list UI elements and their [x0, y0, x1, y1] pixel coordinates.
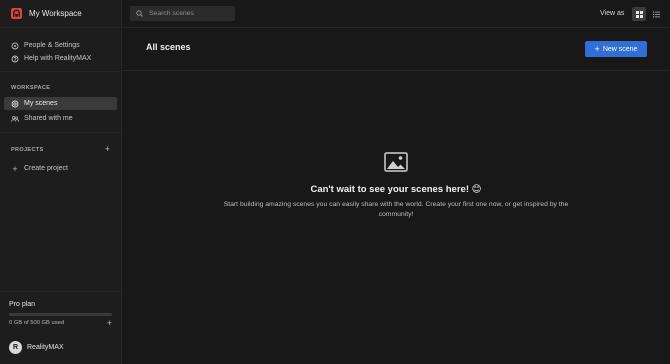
- empty-state: Can't wait to see your scenes here! 😊 St…: [122, 72, 670, 364]
- sidebar-divider: [0, 71, 121, 72]
- new-scene-button[interactable]: + New scene: [585, 41, 647, 57]
- image-placeholder-icon: [384, 152, 408, 172]
- workspace-title: My Workspace: [29, 9, 82, 18]
- sidebar-item-my-scenes[interactable]: My scenes: [4, 97, 117, 110]
- plan-title: Pro plan: [9, 301, 36, 308]
- avatar: R: [9, 341, 22, 354]
- shared-label: Shared with me: [24, 115, 73, 122]
- list-icon: [652, 11, 660, 17]
- workspace-switcher[interactable]: My Workspace: [0, 0, 121, 28]
- plus-icon: +: [12, 163, 18, 174]
- search-input[interactable]: [149, 10, 234, 17]
- view-as-label: View as: [600, 10, 625, 17]
- grid-icon: [635, 10, 643, 18]
- user-name: RealityMAX: [27, 344, 64, 351]
- add-storage-button[interactable]: +: [107, 318, 112, 328]
- users-icon: [11, 115, 19, 123]
- top-bar: View as: [122, 0, 670, 28]
- storage-usage-text: 0 GB of 500 GB used: [9, 320, 65, 326]
- realitymax-logo-icon: [11, 8, 22, 19]
- page-title: All scenes: [146, 42, 191, 52]
- plus-icon: +: [594, 43, 600, 54]
- projects-section-label: PROJECTS: [11, 146, 44, 153]
- create-project-label: Create project: [24, 165, 68, 172]
- sidebar-divider: [0, 132, 121, 133]
- content-header: All scenes + New scene: [122, 28, 670, 71]
- empty-state-title: Can't wait to see your scenes here! 😊: [310, 184, 482, 195]
- grid-view-button[interactable]: [632, 7, 646, 21]
- empty-state-description: Start building amazing scenes you can ea…: [223, 201, 569, 218]
- sidebar: My Workspace People & Settings Help with…: [0, 0, 122, 364]
- workspace-section-label: WORKSPACE: [11, 85, 51, 91]
- people-settings-label: People & Settings: [24, 42, 80, 49]
- create-project-button[interactable]: + Create project: [0, 162, 121, 175]
- list-view-button[interactable]: [649, 7, 663, 21]
- view-toggle: [632, 7, 663, 21]
- add-project-icon[interactable]: +: [105, 145, 110, 154]
- gear-icon: [11, 42, 19, 50]
- plan-panel: Pro plan 0 GB of 500 GB used + R Reality…: [0, 291, 121, 364]
- search-box[interactable]: [130, 6, 235, 21]
- user-profile[interactable]: R RealityMAX: [9, 341, 64, 354]
- help-label: Help with RealityMAX: [24, 55, 92, 62]
- new-scene-label: New scene: [602, 45, 638, 53]
- people-settings-link[interactable]: People & Settings: [0, 39, 121, 52]
- storage-progress-bar: [9, 313, 112, 316]
- sidebar-item-shared[interactable]: Shared with me: [4, 112, 117, 125]
- help-icon: [11, 55, 19, 63]
- scenes-icon: [11, 100, 19, 108]
- help-link[interactable]: Help with RealityMAX: [0, 52, 121, 65]
- search-icon: [136, 10, 143, 17]
- my-scenes-label: My scenes: [24, 100, 58, 107]
